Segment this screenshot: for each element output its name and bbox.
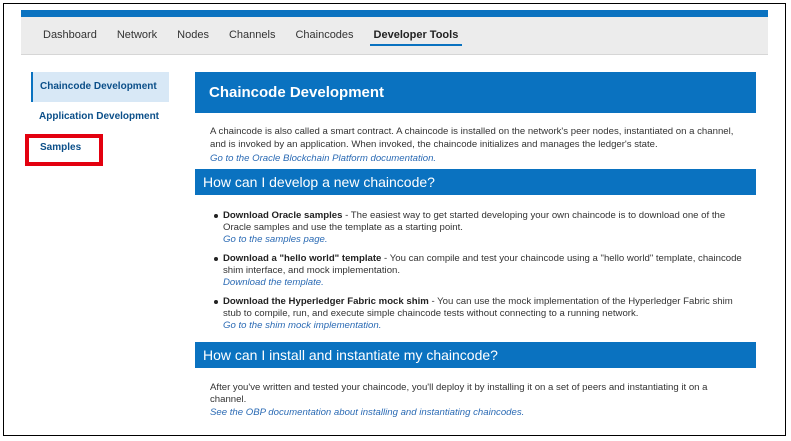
nav-tabs: Dashboard Network Nodes Channels Chainco… [21,17,468,54]
develop-options-list: Download Oracle samples - The easiest wa… [195,210,756,332]
main-content: Chaincode Development A chaincode is als… [195,72,756,419]
list-item-title: Download a "hello world" template [223,252,382,264]
list-item-title: Download the Hyperledger Fabric mock shi… [223,295,429,307]
samples-page-link[interactable]: Go to the samples page. [223,234,328,245]
tab-nodes[interactable]: Nodes [167,17,219,54]
section-heading-develop: How can I develop a new chaincode? [195,168,756,195]
tab-chaincodes[interactable]: Chaincodes [285,17,363,54]
intro-text: A chaincode is also called a smart contr… [210,126,734,150]
obp-install-docs-link[interactable]: See the OBP documentation about installi… [210,407,524,418]
page-title: Chaincode Development [195,72,756,113]
tab-network[interactable]: Network [107,17,167,54]
sidebar-item-application-development[interactable]: Application Development [31,102,169,132]
oracle-docs-link[interactable]: Go to the Oracle Blockchain Platform doc… [210,153,436,164]
install-link-row: See the OBP documentation about installi… [195,407,756,420]
download-template-link[interactable]: Download the template. [223,277,324,288]
list-item: Download a "hello world" template - You … [214,252,742,289]
section-heading-install: How can I install and instantiate my cha… [195,341,756,368]
sidebar-item-samples[interactable]: Samples [40,142,81,153]
sidebar-item-chaincode-development[interactable]: Chaincode Development [31,72,169,102]
list-item-title: Download Oracle samples [223,209,343,221]
sidebar: Chaincode Development Application Develo… [31,72,169,132]
top-nav-bar: Dashboard Network Nodes Channels Chainco… [21,17,768,55]
tab-channels[interactable]: Channels [219,17,285,54]
tab-developer-tools[interactable]: Developer Tools [364,17,469,54]
top-accent-bar [21,10,768,17]
tab-dashboard[interactable]: Dashboard [21,17,107,54]
list-item: Download the Hyperledger Fabric mock shi… [214,295,742,332]
shim-mock-link[interactable]: Go to the shim mock implementation. [223,320,381,331]
intro-link-row: Go to the Oracle Blockchain Platform doc… [195,153,756,166]
list-item: Download Oracle samples - The easiest wa… [214,209,742,246]
install-text: After you've written and tested your cha… [210,381,708,406]
